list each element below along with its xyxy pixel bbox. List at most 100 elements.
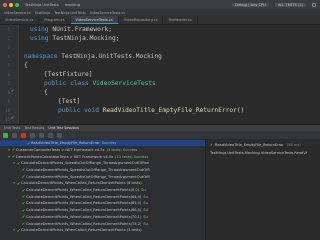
test-tree-row[interactable]: ✔ CalculateDemeritPoints_SpeedIsOutOfRang…: [0, 167, 205, 173]
keyword: using: [30, 26, 49, 33]
code-editor[interactable]: 1 2 3 4 5 6 7 8 9 10 11 ✔ ✔ using NUnit.…: [0, 25, 320, 124]
filter-icon[interactable]: [39, 132, 44, 138]
test-toolbar: [0, 131, 320, 139]
branch-name[interactable]: mocking: [65, 3, 80, 7]
breadcrumb-item[interactable]: VideoService.cs: [4, 11, 31, 15]
line-number: 5: [7, 63, 10, 68]
breadcrumb-item[interactable]: TestNinja.UnitTests: [54, 11, 86, 15]
stop-tests-icon[interactable]: [21, 132, 26, 138]
line-number: 11: [5, 117, 10, 122]
test-status: Su: [143, 194, 148, 199]
expand-all-icon[interactable]: [48, 132, 53, 138]
editor-tabs: VideoService.cs Program.cs VideoServiceT…: [0, 16, 320, 25]
keyword: public class: [44, 80, 89, 87]
zoom-window-button[interactable]: [15, 2, 19, 7]
test-tree-row[interactable]: ✔ CalculateDemeritPoints_SpeedIsOutOfRang…: [0, 174, 205, 180]
code-line: using TestNinja.Mocking;: [30, 34, 119, 43]
test-tree-row[interactable]: ✔ CalculateDemeritPoints_WhenCalled_Retur…: [0, 220, 205, 226]
test-name: CalculateDemeritPoints_WhenCalled_Return…: [26, 214, 142, 219]
test-tree-row[interactable]: ✔ CalculateDemeritPoints_WhenCalled_Retur…: [0, 194, 205, 200]
test-tree-row[interactable]: ▾ ✔ CalculateDemeritPoints_WhenCalled_Retu…: [0, 227, 205, 233]
tab-unit-test-sessions[interactable]: Unit Test Sessions: [48, 126, 78, 130]
line-gutter: 1 2 3 4 5 6 7 8 9 10 11 ✔ ✔: [0, 25, 19, 124]
attribute: [TestFixture]: [44, 71, 93, 78]
line-number: 8: [7, 90, 10, 95]
run-tests-icon[interactable]: [3, 132, 8, 138]
breadcrumb: VideoService.cs TestNinja TestNinja.Unit…: [0, 9, 320, 16]
line-number: 9: [7, 99, 10, 104]
test-output: ✔ ReadVideoTitle_EmptyFile_ReturnError (58…: [206, 139, 320, 240]
namespace-ref: NUnit.Framework;: [52, 26, 112, 33]
test-name: CustomerControllerTests > NET Framework …: [16, 147, 105, 152]
breadcrumb-item[interactable]: TestNinja: [35, 11, 50, 15]
test-name: CalculateDemeritPoints_WhenCalled_Return…: [21, 228, 142, 233]
minimize-window-button[interactable]: [9, 2, 13, 7]
keyword: using: [30, 35, 49, 42]
output-test-name: ReadVideoTitle_EmptyFile_ReturnError: [215, 143, 284, 147]
debug-tests-icon[interactable]: [12, 132, 17, 138]
output-test-fullname: TestNinja.UnitTests.Mocking.VideoService…: [210, 151, 307, 155]
tab-program[interactable]: Program.cs: [39, 16, 71, 24]
close-window-button[interactable]: [3, 2, 7, 7]
test-name: CalculateDemeritPoints_SpeedIsOutOfRange…: [21, 161, 150, 166]
tab-videoservice[interactable]: VideoService.cs: [0, 16, 40, 24]
output-line: ✔ ReadVideoTitle_EmptyFile_ReturnError (58…: [210, 143, 301, 147]
success-icon: ✔: [210, 143, 214, 147]
keyword: public void: [58, 107, 99, 114]
test-tree[interactable]: ✔ ReadVideoTitle_EmptyFile_ReturnError Suc…: [0, 139, 205, 240]
test-tree-row[interactable]: ✔ CalculateDemeritPoints_WhenCalled_Retur…: [0, 200, 205, 206]
test-name: CalculateDemeritPoints_WhenCalled_Return…: [26, 194, 142, 199]
test-tree-row[interactable]: ✔ CalculateDemeritPoints_WhenCalled_Retur…: [0, 214, 205, 220]
line-number: 4: [7, 54, 10, 59]
code-line: {: [24, 61, 28, 70]
line-number: 1: [7, 27, 10, 32]
tab-videoservicetests[interactable]: VideoServiceTests.cs: [70, 16, 119, 24]
test-name: CalculateDemeritPoints_WhenCalled_Return…: [26, 201, 142, 206]
window-titlebar: TestNinja.UnitTests mocking Debug | Any …: [0, 0, 320, 9]
tab-filereader[interactable]: FileReader.cs: [163, 16, 198, 24]
unit-tests-panel: Unit Tests Test Results Unit Test Sessio…: [0, 124, 320, 240]
project-name[interactable]: TestNinja.UnitTests: [25, 3, 59, 7]
tab-videorepository[interactable]: VideoRepository.cs: [119, 16, 164, 24]
namespace-name: TestNinja.UnitTests.Mocking: [61, 53, 162, 60]
brace: {: [24, 62, 28, 69]
test-name: ReadVideoTitle_EmptyFile_ReturnError: [31, 141, 100, 146]
test-tree-row[interactable]: ✔ CalculateDemeritPoints_WhenCalled_Retur…: [0, 207, 205, 213]
run-test-gutter-icon[interactable]: ✔: [11, 115, 14, 120]
test-status: Su: [141, 188, 146, 193]
test-tree-row[interactable]: ▾ ✔ CustomerControllerTests > NET Framewor…: [0, 147, 205, 153]
test-status: (2 tests) Success: [106, 147, 138, 152]
collapse-all-icon[interactable]: [57, 132, 62, 138]
test-tree-row[interactable]: ✔ CalculateDemeritPoints_WhenCalled_Retur…: [0, 187, 205, 193]
test-name: CalculateDemeritPoints_WhenCalled_Return…: [26, 221, 142, 226]
test-tree-row[interactable]: ▾ ✔ CalculateDemeritPoints_SpeedIsOutOfRan…: [0, 160, 205, 166]
test-tree-row[interactable]: ▾ ✔ CalculateDemeritPoints_WhenCalled_Retu…: [0, 180, 205, 186]
search-everywhere-icon[interactable]: [312, 2, 316, 7]
tab-test-results[interactable]: Test Results: [24, 126, 44, 130]
brace: {: [44, 89, 48, 96]
test-tree-row[interactable]: ✔ ReadVideoTitle_EmptyFile_ReturnError Suc…: [0, 140, 205, 147]
code-line: [Test]: [58, 97, 80, 106]
attribute: [Test]: [58, 98, 81, 105]
line-number: 7: [7, 81, 10, 86]
test-name: CalculateDemeritPoints_WhenCalled_Return…: [26, 188, 140, 193]
tab-unit-tests[interactable]: Unit Tests: [4, 126, 20, 130]
line-number: 6: [7, 72, 10, 77]
code-line: public class VideoServiceTests: [44, 79, 156, 88]
test-status: Su: [143, 201, 148, 206]
run-tests-gutter-icon[interactable]: ✔: [11, 88, 14, 93]
test-configuration-selector[interactable]: ALL TESTS (1): [274, 2, 306, 7]
run-configuration-selector[interactable]: Debug | Any CPU: [232, 2, 269, 7]
test-tree-row[interactable]: ▾ ✔ DemeritPointsCalculatorTests > NET Fra…: [0, 153, 205, 159]
rerun-failed-icon[interactable]: [30, 132, 35, 138]
test-name: CalculateDemeritPoints_WhenCalled_Return…: [21, 181, 142, 186]
line-number: 3: [7, 45, 10, 50]
breadcrumb-item[interactable]: VideoServiceTests.cs: [90, 11, 125, 15]
line-number: 10: [5, 108, 10, 113]
output-line: TestNinja.UnitTests.Mocking.VideoService…: [210, 151, 307, 155]
keyword: namespace: [24, 53, 58, 60]
test-status: Su: [143, 208, 148, 213]
class-name: VideoServiceTests: [92, 80, 156, 87]
test-status: Su: [143, 214, 148, 219]
output-test-duration: (58 ms): [286, 143, 301, 147]
